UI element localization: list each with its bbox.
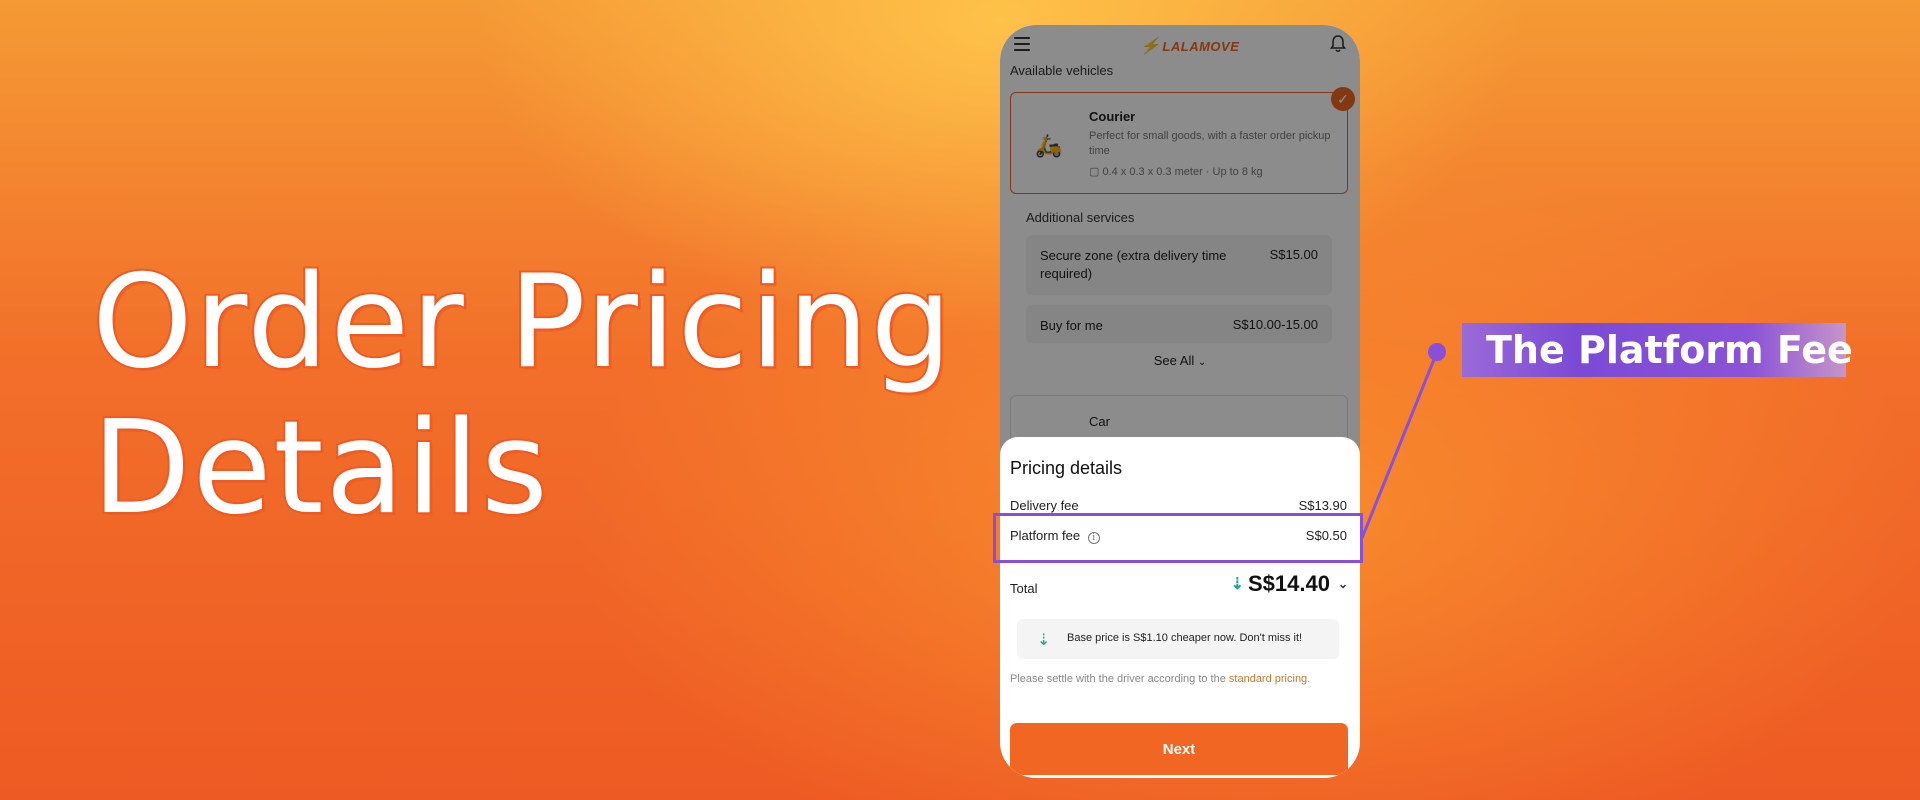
settle-end: .	[1307, 673, 1311, 685]
delivery-fee-value: S$13.90	[1298, 498, 1347, 513]
delivery-fee-label: Delivery fee	[1010, 498, 1079, 513]
hero-title-line1: Order Pricing	[90, 248, 954, 398]
settle-text: Please settle with the driver according …	[1010, 673, 1226, 685]
promo-banner: ⇣ Base price is S$1.10 cheaper now. Don'…	[1017, 619, 1339, 659]
callout-line	[1360, 351, 1439, 539]
sheet-title: Pricing details	[1010, 458, 1123, 478]
standard-pricing-link[interactable]: standard pricing	[1229, 673, 1307, 685]
total-label: Total	[1010, 581, 1038, 596]
total-toggle[interactable]: ⇣ S$14.40 ⌄	[1231, 571, 1348, 597]
callout-label: The Platform Fee	[1462, 323, 1853, 377]
platform-fee-highlight	[993, 513, 1363, 563]
callout-dot	[1428, 343, 1446, 361]
settle-note: Please settle with the driver according …	[1010, 673, 1310, 685]
down-arrow-icon: ⇣	[1230, 576, 1244, 593]
phone-mockup: ⚡ LALAMOVE Available vehicles ✓ 🛵 Courier…	[1000, 25, 1360, 778]
next-button[interactable]: Next	[1010, 723, 1348, 775]
delivery-fee-row: Delivery fee S$13.90	[1010, 498, 1347, 513]
hero-title-line2: Details	[90, 394, 550, 544]
down-arrow-icon: ⇣	[1037, 632, 1051, 649]
promo-text: Base price is S$1.10 cheaper now. Don't …	[1067, 632, 1303, 644]
total-value: S$14.40	[1247, 571, 1330, 596]
chevron-down-icon: ⌄	[1337, 577, 1348, 591]
hero-title: Order Pricing Details	[90, 248, 954, 544]
pricing-sheet: Pricing details Delivery fee S$13.90 Pla…	[1000, 437, 1360, 778]
